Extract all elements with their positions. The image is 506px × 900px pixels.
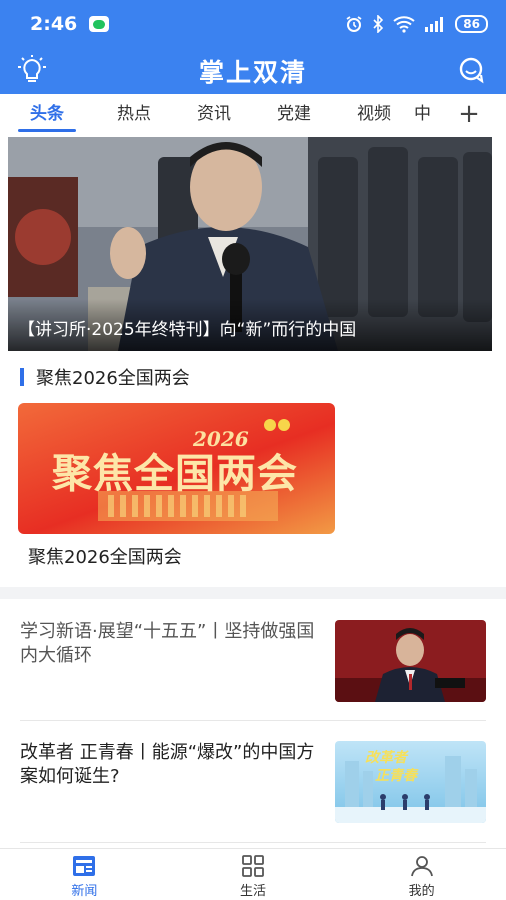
- chat-icon[interactable]: [456, 56, 486, 84]
- news-title: 改革者 正青春丨能源“爆改”的中国方案如何诞生?: [20, 742, 315, 787]
- category-tabs: 头条 热点 资讯 党建 视频 中心 +: [0, 94, 506, 136]
- promo-card-label[interactable]: 聚焦2026全国两会: [28, 543, 182, 569]
- add-tab-button[interactable]: +: [446, 94, 492, 136]
- status-bar: 2:46 86: [0, 0, 506, 48]
- hero-banner[interactable]: 【讲习所·2025年终特刊】向“新”而行的中国: [8, 137, 492, 351]
- nav-life[interactable]: 生活: [169, 849, 338, 900]
- nav-news-label: 新闻: [71, 884, 98, 899]
- status-icons: 86: [345, 15, 488, 33]
- thumbnail-title-line1: 改革者: [365, 750, 407, 766]
- news-title: 学习新语·展望“十五五”丨坚持做强国内大循环: [20, 621, 315, 666]
- news-item[interactable]: 学习新语·展望“十五五”丨坚持做强国内大循环: [20, 620, 486, 720]
- nav-profile-label: 我的: [408, 884, 435, 899]
- app-header: 掌上双清: [0, 48, 506, 94]
- hero-caption: 【讲习所·2025年终特刊】向“新”而行的中国: [8, 299, 492, 351]
- battery-indicator: 86: [455, 15, 488, 33]
- tab-news[interactable]: 资讯: [174, 94, 254, 136]
- user-icon: [410, 856, 433, 877]
- grid-icon: [242, 855, 264, 877]
- status-time: 2:46: [30, 13, 78, 35]
- wifi-icon: [393, 16, 415, 33]
- nav-news[interactable]: 新闻: [0, 849, 169, 900]
- tab-video[interactable]: 视频: [334, 94, 414, 136]
- signal-icon: [425, 17, 444, 32]
- section-divider: [0, 587, 506, 599]
- thumbnail-title-line2: 正青春: [375, 768, 417, 784]
- news-separator: [20, 720, 486, 721]
- news-item[interactable]: 改革者 正青春丨能源“爆改”的中国方案如何诞生? 改革者 正青春: [20, 741, 486, 841]
- nav-life-label: 生活: [240, 884, 267, 899]
- tab-headlines[interactable]: 头条: [0, 94, 94, 136]
- alarm-icon: [346, 16, 362, 32]
- promo-headline: 聚焦全国两会: [52, 450, 298, 497]
- section-title: 聚焦2026全国两会: [36, 368, 190, 389]
- tab-party[interactable]: 党建: [254, 94, 334, 136]
- wechat-notification-icon: [89, 16, 110, 32]
- section-header: 聚焦2026全国两会: [20, 364, 190, 390]
- nav-profile[interactable]: 我的: [337, 849, 506, 900]
- promo-banner[interactable]: 2026 聚焦全国两会: [18, 403, 335, 534]
- news-thumbnail: [335, 620, 486, 702]
- news-thumbnail: 改革者 正青春: [335, 741, 486, 823]
- section-accent-bar: [20, 368, 24, 386]
- tab-center[interactable]: 中心: [414, 94, 444, 136]
- news-icon: [73, 856, 96, 876]
- tab-hot[interactable]: 热点: [94, 94, 174, 136]
- bottom-nav: 新闻 生活 我的: [0, 848, 506, 900]
- bluetooth-icon: [373, 15, 384, 33]
- app-title: 掌上双清: [198, 58, 307, 87]
- news-separator: [20, 842, 486, 843]
